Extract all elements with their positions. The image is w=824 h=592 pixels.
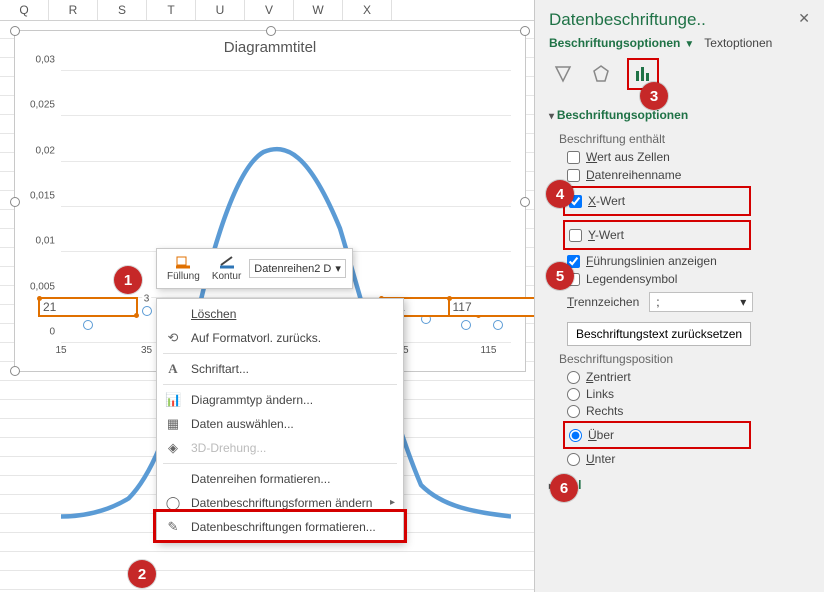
col-header[interactable]: U (196, 0, 245, 20)
contains-label: Beschriftung enthält (559, 132, 810, 146)
y-tick: 0,02 (36, 145, 55, 156)
y-tick: 0,03 (36, 55, 55, 66)
category-icons (551, 58, 810, 90)
series-dropdown[interactable]: Datenreihen2 D ▾ (249, 259, 346, 278)
callout-badge: 2 (128, 560, 156, 588)
radio-left[interactable]: Links (567, 387, 810, 401)
section-number[interactable]: Zahl (549, 474, 810, 496)
data-label[interactable]: 117 (448, 297, 548, 317)
mini-toolbar: Füllung Kontur Datenreihen2 D ▾ (156, 248, 353, 289)
data-label[interactable]: 21 (38, 297, 138, 317)
cb-leader-lines[interactable]: Führungslinien anzeigen (567, 254, 810, 268)
y-tick: 0 (49, 327, 55, 338)
reset-label-text-button[interactable]: Beschriftungstext zurücksetzen (567, 322, 751, 346)
radio-above[interactable]: Über (569, 428, 745, 442)
ctx-label-shapes[interactable]: ◯Datenbeschriftungsformen ändern▸ (157, 491, 403, 515)
radio-center[interactable]: Zentriert (567, 370, 810, 384)
separator-label: Trennzeichen (567, 295, 639, 309)
callout-badge: 3 (640, 82, 668, 110)
callout-badge: 6 (550, 474, 578, 502)
rotate-3d-icon: ◈ (165, 440, 181, 456)
tab-label-options[interactable]: Beschriftungsoptionen (549, 36, 680, 50)
cb-legend-key[interactable]: Legendensymbol (567, 272, 810, 286)
col-header[interactable]: Q (0, 0, 49, 20)
close-pane-button[interactable]: ✕ (798, 10, 810, 27)
series-dropdown-label: Datenreihen2 D (254, 263, 331, 275)
y-tick: 0,01 (36, 236, 55, 247)
chevron-down-icon: ▾ (740, 295, 746, 309)
section-label-options[interactable]: Beschriftungsoptionen (549, 104, 810, 126)
separator-select[interactable]: ;▾ (649, 292, 753, 312)
col-header[interactable]: W (294, 0, 343, 20)
pane-tabs: Beschriftungsoptionen ▼ Textoptionen (549, 36, 810, 50)
context-menu: Löschen ⟲Auf Formatvorl. zurücks. ASchri… (156, 298, 404, 543)
effects-icon[interactable] (589, 62, 613, 86)
chevron-down-icon: ▾ (335, 262, 341, 275)
callout-badge: 5 (546, 262, 574, 290)
ctx-change-chart-type[interactable]: 📊Diagrammtyp ändern... (157, 388, 403, 412)
pane-title: Datenbeschriftunge.. (549, 10, 810, 30)
separator-value: ; (656, 295, 659, 309)
callout-badge: 1 (114, 266, 142, 294)
column-headers: Q R S T U V W X (0, 0, 534, 21)
radio-right[interactable]: Rechts (567, 404, 810, 418)
highlight-box: Über (563, 421, 751, 449)
position-label: Beschriftungsposition (559, 352, 810, 366)
col-header[interactable]: R (49, 0, 98, 20)
tab-text-options[interactable]: Textoptionen (704, 36, 772, 50)
highlight-box: X-Wert (563, 186, 751, 216)
ctx-font[interactable]: ASchriftart... (157, 357, 403, 381)
data-label[interactable]: 3 (142, 294, 152, 305)
ctx-delete[interactable]: Löschen (157, 302, 403, 326)
callout-badge: 4 (546, 180, 574, 208)
select-data-icon: ▦ (165, 416, 181, 432)
highlight-box: Y-Wert (563, 220, 751, 250)
fill-label: Füllung (167, 271, 200, 282)
label-shape-icon: ◯ (165, 495, 181, 511)
fill-line-icon[interactable] (551, 62, 575, 86)
col-header[interactable]: S (98, 0, 147, 20)
ctx-select-data[interactable]: ▦Daten auswählen... (157, 412, 403, 436)
chevron-down-icon[interactable]: ▼ (684, 39, 694, 50)
fill-button[interactable]: Füllung (163, 253, 204, 284)
cb-value-from-cells[interactable]: Wert aus Zellen (567, 150, 810, 164)
y-tick: 0,015 (30, 191, 55, 202)
chart-type-icon: 📊 (165, 392, 181, 408)
format-pane: ✕ Datenbeschriftunge.. Beschriftungsopti… (534, 0, 824, 592)
cb-y-value[interactable]: Y-Wert (569, 228, 745, 242)
ctx-format-labels[interactable]: ✎Datenbeschriftungen formatieren... (157, 515, 403, 539)
y-tick: 0,005 (30, 281, 55, 292)
radio-below[interactable]: Unter (567, 452, 810, 466)
cb-x-value[interactable]: X-Wert (569, 194, 745, 208)
y-tick: 0,025 (30, 100, 55, 111)
ctx-reset-format[interactable]: ⟲Auf Formatvorl. zurücks. (157, 326, 403, 350)
reset-icon: ⟲ (165, 330, 181, 346)
cb-series-name[interactable]: Datenreihenname (567, 168, 810, 182)
col-header[interactable]: T (147, 0, 196, 20)
outline-label: Kontur (212, 271, 241, 282)
outline-button[interactable]: Kontur (208, 253, 245, 284)
format-labels-icon: ✎ (165, 519, 181, 535)
ctx-3d-rotation: ◈3D-Drehung... (157, 436, 403, 460)
font-icon: A (165, 361, 181, 377)
delete-icon (165, 306, 181, 322)
col-header[interactable]: X (343, 0, 392, 20)
submenu-arrow-icon: ▸ (390, 497, 395, 508)
worksheet-area: Q R S T U V W X Diagrammtitel (0, 0, 534, 592)
col-header[interactable]: V (245, 0, 294, 20)
ctx-format-series[interactable]: Datenreihen formatieren... (157, 467, 403, 491)
